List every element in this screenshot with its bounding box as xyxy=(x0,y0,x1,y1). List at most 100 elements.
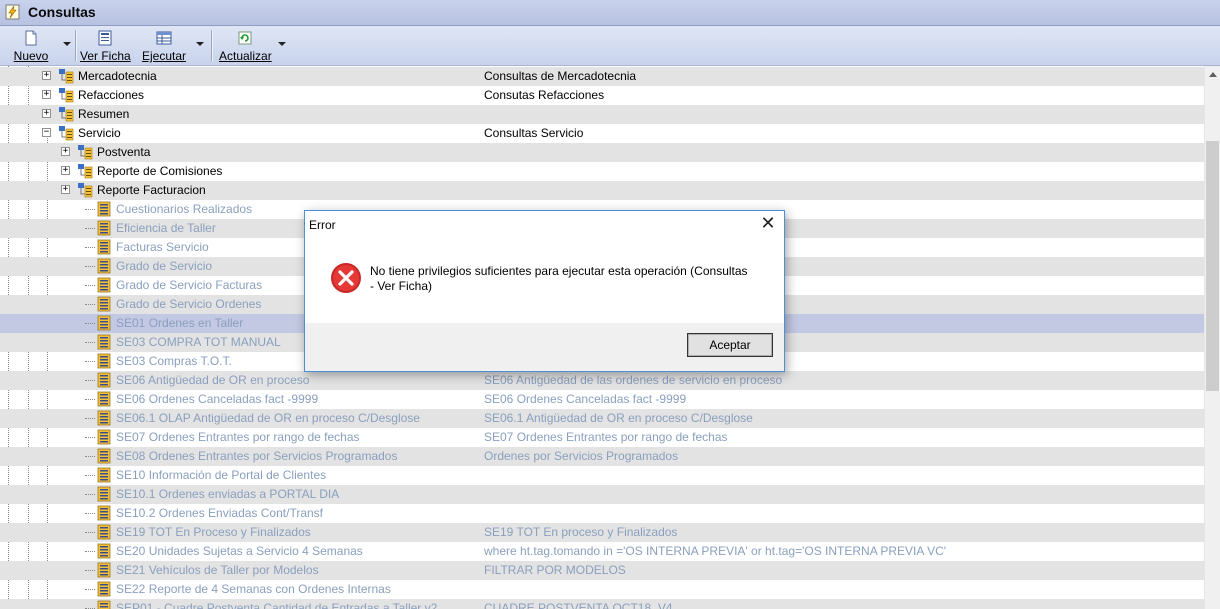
query-icon xyxy=(96,581,112,597)
tree-row[interactable]: + Refacciones Consutas Refacciones xyxy=(0,86,1204,105)
scroll-up-arrow-icon[interactable] xyxy=(1205,66,1220,83)
query-icon xyxy=(96,239,112,255)
tree-connector-line xyxy=(85,380,95,381)
query-icon xyxy=(96,505,112,521)
expand-plus-icon[interactable]: + xyxy=(42,90,51,99)
query-icon xyxy=(96,334,112,350)
row-name: SE19 TOT En Proceso y Finalizados xyxy=(116,525,311,539)
tree-row[interactable]: SE22 Reporte de 4 Semanas con Ordenes In… xyxy=(0,580,1204,599)
row-description: SE06 Antigüedad de las ordenes de servic… xyxy=(484,373,783,387)
query-icon xyxy=(96,315,112,331)
error-icon xyxy=(331,263,361,293)
new-button-label: Nuevo xyxy=(13,49,49,63)
close-icon[interactable]: ✕ xyxy=(758,214,778,234)
toolbar-separator xyxy=(75,30,77,61)
tree-row[interactable]: + Postventa xyxy=(0,143,1204,162)
toolbar: Nuevo Ver Ficha Ejecutar Actualizar xyxy=(0,26,1220,66)
tree-connector-line xyxy=(85,209,95,210)
row-name: Refacciones xyxy=(78,88,145,102)
tree-row[interactable]: − Servicio Consultas Servicio xyxy=(0,124,1204,143)
tree-connector-line xyxy=(85,304,95,305)
query-icon xyxy=(96,391,112,407)
tree-row[interactable]: SE10.2 Ordenes Enviadas Cont/Transf xyxy=(0,504,1204,523)
expand-plus-icon[interactable]: + xyxy=(42,109,51,118)
tree-row[interactable]: SE19 TOT En Proceso y Finalizados SE19 TO… xyxy=(0,523,1204,542)
row-name: Cuestionarios Realizados xyxy=(116,202,253,216)
tree-row[interactable]: + Reporte Facturacion xyxy=(0,181,1204,200)
row-name: SE21 Vehículos de Taller por Modelos xyxy=(116,563,319,577)
query-icon xyxy=(96,258,112,274)
row-name: Grado de Servicio Facturas xyxy=(116,278,263,292)
tree-row[interactable]: SE06 Ordenes Canceladas fact -9999 SE06 O… xyxy=(0,390,1204,409)
refresh-button-label: Actualizar xyxy=(219,49,272,63)
row-name: SE06 Antigüedad de OR en proceso xyxy=(116,373,310,387)
row-name: SEP01 - Cuadre Postventa Cantidad de Ent… xyxy=(116,601,438,609)
expand-plus-icon[interactable]: + xyxy=(61,166,70,175)
tree-connector-line xyxy=(85,437,95,438)
query-icon xyxy=(96,353,112,369)
execute-table-icon xyxy=(156,31,172,45)
tree-connector-line xyxy=(85,228,95,229)
query-folder-icon xyxy=(58,87,74,103)
tree-row[interactable]: + Reporte de Comisiones xyxy=(0,162,1204,181)
row-name: Reporte de Comisiones xyxy=(97,164,223,178)
new-dropdown-arrow[interactable] xyxy=(63,42,71,46)
refresh-dropdown-arrow[interactable] xyxy=(278,42,286,46)
tree-row[interactable]: SE06.1 OLAP Antigüedad de OR en proceso … xyxy=(0,409,1204,428)
tree-connector-line xyxy=(85,418,95,419)
record-card-icon xyxy=(98,30,112,46)
row-description: Consultas Servicio xyxy=(484,126,584,140)
query-folder-icon xyxy=(58,125,74,141)
tree-row[interactable]: SE06 Antigüedad de OR en proceso SE06 Ant… xyxy=(0,371,1204,390)
query-folder-icon xyxy=(77,182,93,198)
row-name: SE10 Información de Portal de Clientes xyxy=(116,468,327,482)
expand-plus-icon[interactable]: + xyxy=(42,71,51,80)
tree-connector-line xyxy=(85,494,95,495)
error-dialog: Error ✕ No tiene privilegios suficientes… xyxy=(304,210,785,372)
tree-row[interactable]: SE20 Unidades Sujetas a Servicio 4 Seman… xyxy=(0,542,1204,561)
tree-row[interactable]: SE07 Ordenes Entrantes por rango de fech… xyxy=(0,428,1204,447)
execute-dropdown-arrow[interactable] xyxy=(196,42,204,46)
collapse-minus-icon[interactable]: − xyxy=(42,128,51,137)
row-description: SE19 TOT En proceso y Finalizados xyxy=(484,525,678,539)
tree-row[interactable]: + Resumen xyxy=(0,105,1204,124)
query-icon xyxy=(96,448,112,464)
vertical-scrollbar[interactable] xyxy=(1204,66,1220,609)
tree-connector-line xyxy=(85,399,95,400)
tree-row[interactable]: SE10 Información de Portal de Clientes xyxy=(0,466,1204,485)
query-folder-icon xyxy=(77,144,93,160)
tree-connector-line xyxy=(85,266,95,267)
accept-button[interactable]: Aceptar xyxy=(687,333,773,357)
tree-row[interactable]: SE08 Ordenes Entrantes por Servicios Pro… xyxy=(0,447,1204,466)
tree-connector-line xyxy=(85,361,95,362)
row-description: SE07 Ordenes Entrantes por rango de fech… xyxy=(484,430,728,444)
row-name: Eficiencia de Taller xyxy=(116,221,216,235)
row-name: Mercadotecnia xyxy=(78,69,157,83)
view-record-button[interactable]: Ver Ficha xyxy=(80,28,131,63)
query-icon xyxy=(96,296,112,312)
tree-row[interactable]: SEP01 - Cuadre Postventa Cantidad de Ent… xyxy=(0,599,1204,609)
row-description: Consutas Refacciones xyxy=(484,88,605,102)
refresh-button[interactable]: Actualizar xyxy=(219,28,272,63)
toolbar-separator xyxy=(211,30,213,61)
row-name: Grado de Servicio Ordenes xyxy=(116,297,262,311)
tree-connector-line xyxy=(85,247,95,248)
row-name: Grado de Servicio xyxy=(116,259,213,273)
row-name: SE20 Unidades Sujetas a Servicio 4 Seman… xyxy=(116,544,363,558)
tree-connector-line xyxy=(85,456,95,457)
row-description: Ordenes por Servicios Programados xyxy=(484,449,679,463)
tree-connector-line xyxy=(85,551,95,552)
tree-row[interactable]: SE21 Vehículos de Taller por Modelos FILT… xyxy=(0,561,1204,580)
tree-row[interactable]: SE10.1 Ordenes enviadas a PORTAL DIA xyxy=(0,485,1204,504)
new-button[interactable]: Nuevo xyxy=(12,28,50,63)
tree-connector-line xyxy=(85,475,95,476)
tree-connector-line xyxy=(85,342,95,343)
expand-plus-icon[interactable]: + xyxy=(61,147,70,156)
refresh-icon xyxy=(238,31,252,45)
tree-row[interactable]: + Mercadotecnia Consultas de Mercadotecnia xyxy=(0,67,1204,86)
expand-plus-icon[interactable]: + xyxy=(61,185,70,194)
tree-connector-line xyxy=(85,323,95,324)
scrollbar-thumb[interactable] xyxy=(1206,141,1219,391)
execute-button[interactable]: Ejecutar xyxy=(140,28,188,63)
row-description: FILTRAR POR MODELOS xyxy=(484,563,626,577)
